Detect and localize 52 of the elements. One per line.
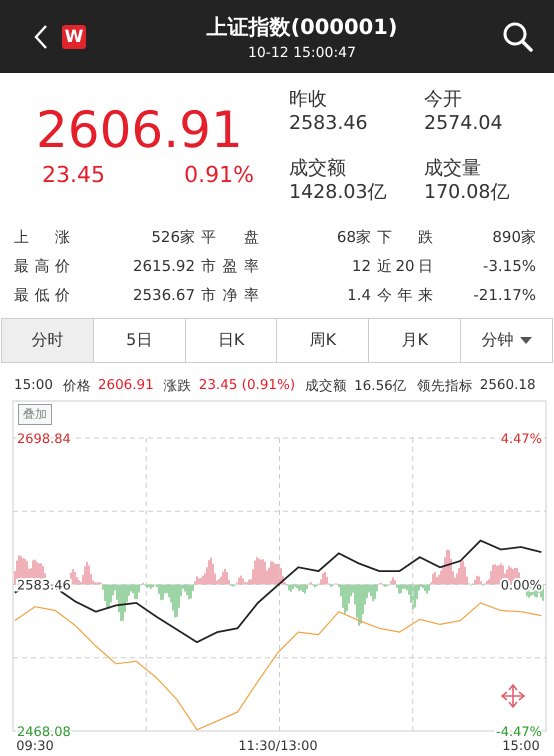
stat-label: 今年来: [377, 285, 434, 306]
field-value: 1428.03亿: [289, 180, 388, 204]
field-label: 今开: [424, 87, 463, 111]
stat-value: 2615.92: [132, 256, 196, 277]
window-title: 上证指数(000001): [206, 14, 398, 40]
field-label: 昨收: [289, 87, 328, 111]
info-value: 2606.91: [98, 377, 154, 395]
index-price: 2606.91: [36, 103, 244, 157]
percent-label: -4.47%: [496, 725, 542, 740]
info-value: 23.45 (0.91%): [198, 377, 296, 395]
stat-label: 平 盘: [201, 227, 260, 248]
info-value: 16.56亿: [354, 377, 407, 396]
move-icon[interactable]: [500, 684, 526, 708]
info-label: 价格: [62, 377, 91, 396]
timestamp: 10-12 15:00:47: [248, 44, 356, 60]
stat-value: 526家: [150, 227, 196, 248]
axis-label: 09:30: [16, 739, 54, 754]
change-percent: 0.91%: [184, 163, 254, 188]
field-label: 成交量: [424, 156, 482, 180]
axis-label: 15:00: [502, 739, 540, 754]
stat-label: 市净率: [201, 285, 260, 306]
stat-label: 最低价: [14, 285, 71, 306]
stat-label: 上 涨: [14, 227, 71, 248]
stat-value: 12: [350, 256, 372, 277]
back-icon[interactable]: [34, 24, 48, 50]
field-value: 170.08亿: [424, 180, 510, 204]
stat-value: 68家: [336, 227, 372, 248]
stat-value: 890家: [491, 227, 537, 248]
stat-value: 2536.67: [132, 285, 196, 306]
stat-value: -21.17%: [472, 285, 537, 306]
search-icon[interactable]: [502, 20, 534, 52]
stat-label: 近20日: [377, 256, 434, 277]
info-label: 领先指标: [416, 377, 473, 396]
app-logo[interactable]: W: [62, 24, 86, 48]
period-tab[interactable]: 分时: [2, 319, 94, 362]
price-change: 23.45: [42, 163, 105, 188]
stat-value: 1.4: [346, 285, 372, 306]
axis-label: 11:30/13:00: [238, 739, 318, 754]
stat-label: 下 跌: [377, 227, 434, 248]
axis-label: 2698.84: [17, 432, 71, 447]
stat-label: 市盈率: [201, 256, 260, 277]
stat-value: -3.15%: [482, 256, 537, 277]
axis-label: 2468.08: [17, 725, 71, 740]
info-value: 2560.18: [480, 377, 536, 395]
stat-label: 最高价: [14, 256, 71, 277]
percent-label: 4.47%: [500, 432, 542, 447]
info-label: 成交额: [305, 377, 348, 396]
info-time: 15:00: [14, 377, 53, 395]
field-value: 2574.04: [424, 111, 504, 135]
field-value: 2583.46: [289, 111, 369, 135]
field-label: 成交额: [289, 156, 347, 180]
info-label: 涨跌: [164, 377, 192, 396]
